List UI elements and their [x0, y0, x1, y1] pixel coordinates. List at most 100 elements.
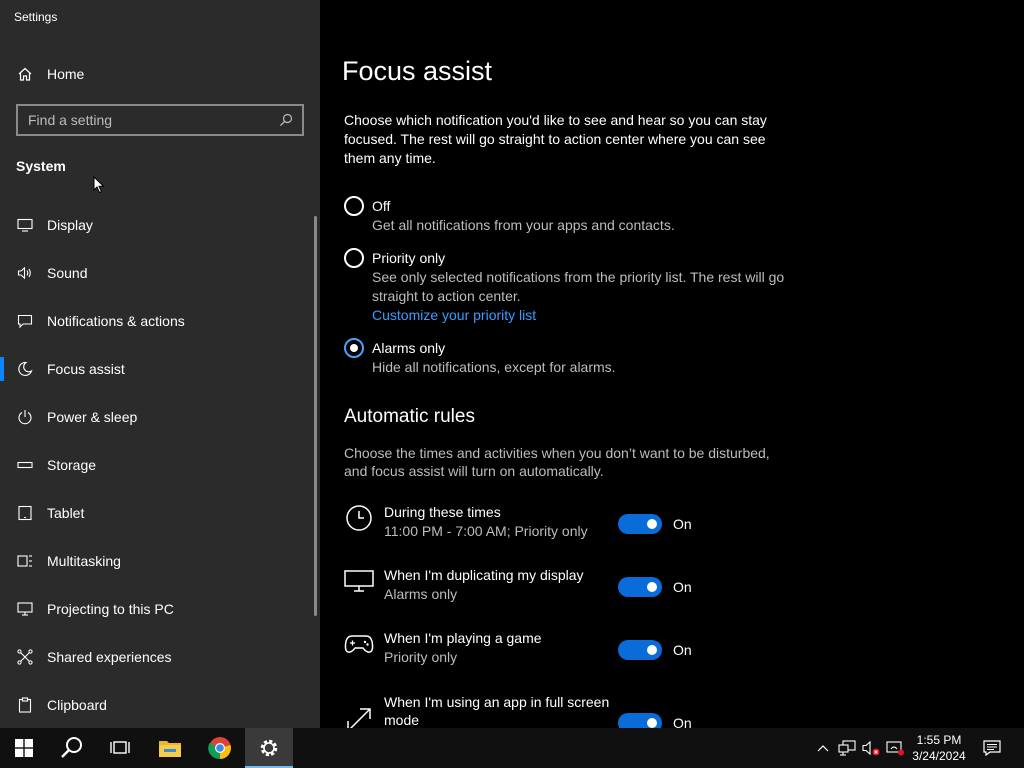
sidebar-item-label: Projecting to this PC: [47, 601, 174, 617]
sidebar-item-projecting[interactable]: Projecting to this PC: [0, 585, 314, 633]
customize-priority-list-link[interactable]: Customize your priority list: [372, 306, 792, 325]
rule-title: During these times: [384, 504, 501, 520]
sidebar-item-clipboard[interactable]: Clipboard: [0, 681, 314, 729]
network-icon: [838, 740, 856, 756]
folder-icon: [159, 741, 181, 757]
start-button[interactable]: [0, 728, 48, 768]
power-icon: [16, 408, 34, 426]
multitasking-icon: [16, 552, 34, 570]
sidebar-scrollbar[interactable]: [314, 216, 317, 616]
clock-icon: [344, 503, 374, 533]
toggle-during-these-times[interactable]: [618, 514, 662, 534]
sidebar-item-display[interactable]: Display: [0, 201, 314, 249]
network-tray-button[interactable]: [836, 728, 858, 768]
file-explorer-button[interactable]: [146, 728, 194, 768]
storage-icon: [16, 456, 34, 474]
sidebar-item-label: Multitasking: [47, 553, 121, 569]
page-description: Choose which notification you'd like to …: [344, 112, 767, 166]
volume-muted-icon: [862, 740, 880, 756]
rule-during-these-times[interactable]: During these times 11:00 PM - 7:00 AM; P…: [344, 503, 764, 547]
task-view-button[interactable]: [96, 728, 144, 768]
taskbar-search-button[interactable]: [48, 728, 96, 768]
rule-description: Priority only: [384, 649, 458, 665]
page-title: Focus assist: [342, 56, 493, 86]
task-view-icon: [110, 741, 130, 754]
automatic-rules-heading: Automatic rules: [344, 406, 475, 427]
rule-title: When I'm playing a game: [384, 630, 542, 646]
chrome-icon: [208, 737, 231, 760]
sidebar-item-sound[interactable]: Sound: [0, 249, 314, 297]
sidebar-item-label: Clipboard: [47, 697, 107, 713]
sidebar-item-storage[interactable]: Storage: [0, 441, 314, 489]
settings-taskbar-button[interactable]: [245, 728, 293, 768]
sidebar-item-power-sleep[interactable]: Power & sleep: [0, 393, 314, 441]
rule-title: When I'm using an app in full screen mod…: [384, 694, 610, 728]
clock-time: 1:55 PM: [916, 733, 962, 747]
moon-icon: [16, 360, 34, 378]
search-input[interactable]: [28, 112, 278, 128]
section-heading: System: [16, 158, 66, 174]
option-description: See only selected notifications from the…: [372, 269, 785, 304]
speaker-icon: [16, 264, 34, 282]
rule-duplicating-display[interactable]: When I'm duplicating my display Alarms o…: [344, 566, 764, 610]
sidebar-item-label: Notifications & actions: [47, 313, 185, 329]
action-center-button[interactable]: [980, 728, 1004, 768]
clipboard-icon: [16, 696, 34, 714]
automatic-rules-description: Choose the times and activities when you…: [344, 445, 770, 479]
toggle-state-label: On: [673, 715, 692, 728]
windows-icon: [15, 739, 33, 757]
toggle-state-label: On: [673, 579, 692, 595]
search-icon[interactable]: [278, 112, 294, 128]
display-icon: [344, 566, 374, 596]
sidebar-item-shared-experiences[interactable]: Shared experiences: [0, 633, 314, 681]
option-off[interactable]: Off Get all notifications from your apps…: [344, 196, 792, 235]
option-description: Get all notifications from your apps and…: [372, 217, 675, 233]
option-title: Priority only: [372, 250, 446, 266]
sidebar-item-label: Storage: [47, 457, 97, 473]
option-priority-only[interactable]: Priority only See only selected notifica…: [344, 248, 792, 325]
sidebar-item-notifications[interactable]: Notifications & actions: [0, 297, 314, 345]
radio-priority-only[interactable]: [344, 248, 364, 268]
option-alarms-only[interactable]: Alarms only Hide all notifications, exce…: [344, 338, 792, 377]
clock-date: 3/24/2024: [912, 749, 966, 763]
option-title: Alarms only: [372, 340, 446, 356]
search-box[interactable]: [16, 104, 304, 136]
taskbar-clock[interactable]: 1:55 PM 3/24/2024: [906, 732, 972, 764]
sidebar-item-focus-assist[interactable]: Focus assist: [0, 345, 314, 393]
tablet-icon: [16, 504, 34, 522]
notification-status-tray-button[interactable]: [884, 728, 906, 768]
projecting-icon: [16, 600, 34, 618]
monitor-icon: [16, 216, 34, 234]
toggle-full-screen-app[interactable]: [618, 713, 662, 728]
notification-icon: [16, 312, 34, 330]
home-icon: [16, 65, 34, 83]
rule-description: Alarms only: [384, 586, 458, 602]
mouse-cursor-icon: [93, 175, 105, 199]
gamepad-icon: [344, 629, 374, 659]
sidebar-nav: Display Sound Notifications & actions Fo…: [0, 201, 314, 729]
option-description: Hide all notifications, except for alarm…: [372, 359, 616, 375]
rule-description: 11:00 PM - 7:00 AM; Priority only: [384, 523, 588, 539]
sidebar-item-tablet[interactable]: Tablet: [0, 489, 314, 537]
sidebar-item-label: Tablet: [47, 505, 85, 521]
chevron-up-icon: [817, 745, 829, 752]
sidebar-item-multitasking[interactable]: Multitasking: [0, 537, 314, 585]
rule-full-screen-app[interactable]: When I'm using an app in full screen mod…: [344, 693, 764, 728]
toggle-duplicating-display[interactable]: [618, 577, 662, 597]
radio-off[interactable]: [344, 196, 364, 216]
toggle-state-label: On: [673, 516, 692, 532]
volume-tray-button[interactable]: [860, 728, 882, 768]
search-icon: [61, 737, 82, 758]
chrome-button[interactable]: [196, 728, 244, 768]
sidebar-item-home[interactable]: Home: [16, 63, 84, 85]
fullscreen-icon: [344, 705, 374, 728]
show-hidden-icons-button[interactable]: [814, 728, 832, 768]
taskbar: 1:55 PM 3/24/2024: [0, 728, 1024, 768]
radio-alarms-only[interactable]: [344, 338, 364, 358]
toggle-playing-game[interactable]: [618, 640, 662, 660]
active-indicator: [0, 357, 4, 381]
shared-icon: [16, 648, 34, 666]
sidebar-item-label: Shared experiences: [47, 649, 172, 665]
window-title: Settings: [14, 10, 58, 24]
rule-playing-game[interactable]: When I'm playing a game Priority only: [344, 629, 764, 673]
